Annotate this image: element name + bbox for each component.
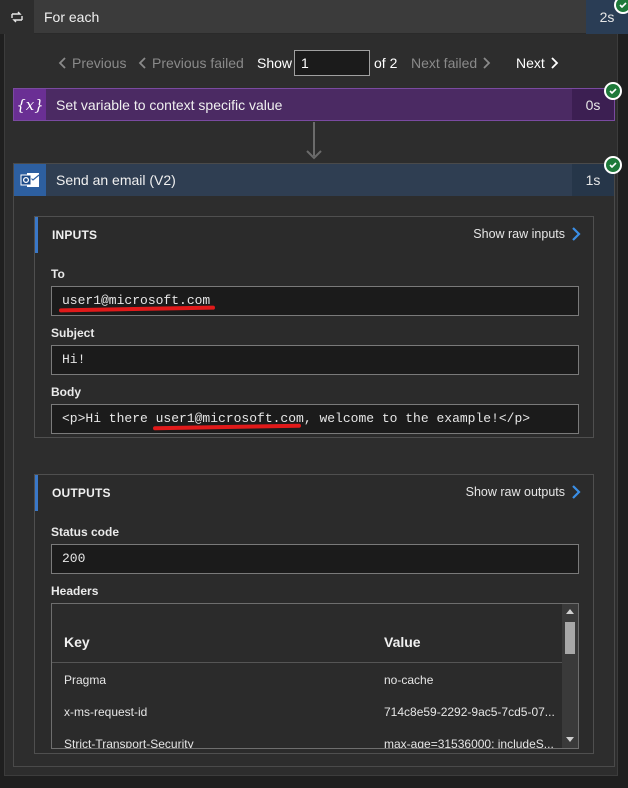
show-raw-outputs-label: Show raw outputs — [465, 485, 565, 499]
next-failed-label: Next failed — [411, 55, 478, 71]
send-email-action: Send an email (V2) 1s INPUTS Show raw in… — [13, 163, 615, 767]
table-header-divider — [52, 662, 562, 663]
subject-label: Subject — [51, 326, 95, 340]
subject-field[interactable]: Hi! — [51, 345, 579, 375]
inputs-panel-header: INPUTS Show raw inputs — [35, 217, 593, 253]
success-check-icon — [604, 82, 622, 100]
send-email-title: Send an email (V2) — [56, 172, 176, 188]
chevron-right-icon — [572, 485, 581, 499]
next-label: Next — [516, 55, 545, 71]
status-code-field[interactable]: 200 — [51, 544, 579, 574]
iteration-number-input[interactable] — [294, 50, 370, 76]
show-raw-inputs-label: Show raw inputs — [473, 227, 565, 241]
chevron-right-icon — [483, 57, 491, 69]
foreach-header[interactable]: For each 2s — [0, 0, 628, 34]
previous-failed-label: Previous failed — [152, 55, 244, 71]
value-column-header: Value — [384, 634, 421, 650]
status-code-label: Status code — [51, 525, 120, 539]
to-field[interactable]: user1@microsoft.com — [51, 286, 579, 316]
arrow-down-icon — [306, 150, 322, 160]
outputs-heading: OUTPUTS — [52, 486, 111, 500]
loop-icon — [0, 0, 34, 34]
chevron-left-icon — [58, 57, 66, 69]
send-email-header[interactable]: Send an email (V2) 1s — [14, 164, 614, 196]
chevron-right-icon — [551, 57, 559, 69]
table-row-value: 714c8e59-2292-9ac5-7cd5-07... — [384, 705, 555, 719]
outlook-icon — [14, 164, 46, 196]
body-label: Body — [51, 385, 81, 399]
scrollbar-thumb[interactable] — [565, 622, 575, 654]
to-label: To — [51, 267, 65, 281]
key-column-header: Key — [64, 634, 90, 650]
inputs-heading: INPUTS — [52, 228, 98, 242]
previous-label: Previous — [72, 55, 127, 71]
scroll-down-icon[interactable] — [566, 737, 574, 742]
variable-icon: {x} — [14, 89, 46, 120]
foreach-title: For each — [44, 9, 100, 25]
headers-table[interactable]: Key Value Pragma no-cache x-ms-request-i… — [51, 603, 579, 749]
headers-label: Headers — [51, 584, 99, 598]
table-row-value: no-cache — [384, 673, 434, 687]
table-row-key: Strict-Transport-Security — [64, 737, 194, 749]
outputs-panel: OUTPUTS Show raw outputs Status code 200… — [34, 474, 594, 754]
next-button[interactable]: Next — [516, 55, 559, 71]
table-row-key: x-ms-request-id — [64, 705, 148, 719]
scroll-up-icon[interactable] — [566, 609, 574, 614]
set-variable-title: Set variable to context specific value — [56, 97, 283, 113]
previous-button[interactable]: Previous — [58, 55, 126, 71]
table-row-value: max-age=31536000; includeS... — [384, 737, 554, 749]
outputs-panel-header: OUTPUTS Show raw outputs — [35, 475, 593, 511]
previous-failed-button[interactable]: Previous failed — [138, 55, 244, 71]
show-label: Show — [257, 55, 293, 71]
body-field[interactable]: <p>Hi there user1@microsoft.com, welcome… — [51, 404, 579, 434]
chevron-left-icon — [138, 57, 146, 69]
inputs-panel: INPUTS Show raw inputs To user1@microsof… — [34, 216, 594, 438]
table-row-key: Pragma — [64, 673, 107, 687]
show-raw-inputs-link[interactable]: Show raw inputs — [473, 226, 581, 242]
set-variable-action[interactable]: {x} Set variable to context specific val… — [13, 88, 615, 121]
of-total-label: of 2 — [374, 55, 398, 71]
vertical-scrollbar[interactable] — [562, 604, 578, 748]
next-failed-button[interactable]: Next failed — [411, 55, 491, 71]
chevron-right-icon — [572, 227, 581, 241]
success-check-icon — [604, 156, 622, 174]
show-raw-outputs-link[interactable]: Show raw outputs — [466, 484, 581, 500]
